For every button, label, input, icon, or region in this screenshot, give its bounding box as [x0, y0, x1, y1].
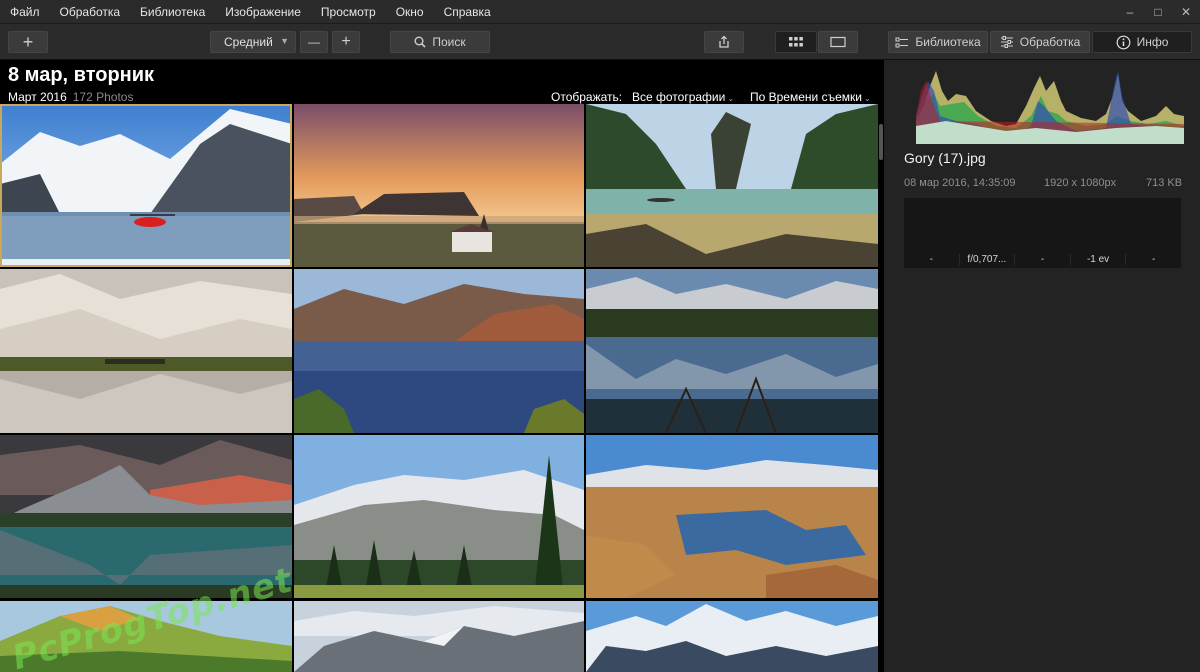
tab-edit[interactable]: Обработка	[990, 31, 1090, 53]
maximize-button[interactable]: □	[1144, 0, 1172, 24]
menu-bar: Файл Обработка Библиотека Изображение Пр…	[0, 0, 1200, 24]
show-label: Отображать:	[551, 90, 623, 104]
sliders-icon	[1000, 36, 1013, 48]
share-icon	[719, 35, 729, 48]
search-icon	[414, 36, 426, 48]
file-date: 08 мар 2016, 14:35:09	[904, 177, 1016, 189]
tab-library-label: Библиотека	[915, 35, 981, 49]
menu-view[interactable]: Просмотр	[311, 0, 386, 24]
search-label: Поиск	[432, 35, 466, 49]
photo-thumbnail[interactable]	[586, 104, 878, 267]
zoom-in-button[interactable]: +	[332, 31, 360, 53]
histogram-chart	[916, 71, 1184, 144]
photo-snowy-ridge	[294, 435, 584, 598]
file-size: 713 KB	[1146, 177, 1183, 189]
library-icon	[895, 37, 909, 48]
exif-aperture: f/0,707...	[960, 253, 1016, 265]
tab-info-label: Инфо	[1136, 35, 1169, 49]
date-title: 8 мар, вторник	[8, 64, 155, 86]
photo-desert-dunes	[0, 269, 292, 433]
tab-info[interactable]: Инфо	[1092, 31, 1192, 53]
toolbar: + Средний ▼ — + Поиск Библиотека Обработ…	[0, 24, 1200, 60]
photo-glacier-helicopter	[0, 104, 292, 267]
window-controls: – □ ✕	[1116, 0, 1200, 24]
chevron-down-icon: ▼	[280, 36, 289, 46]
zoom-out-button[interactable]: —	[300, 31, 328, 53]
photo-gallery: 8 мар, вторник Март 2016 172 Photos Отобр…	[0, 60, 884, 672]
file-name: Gory (17).jpg	[904, 150, 986, 166]
sort-select[interactable]: По Времени съемки ⌄	[750, 90, 871, 104]
photo-autumn-marsh	[586, 435, 878, 598]
filter-select[interactable]: Все фотографии ⌄	[632, 90, 734, 104]
grid-view-button[interactable]	[775, 31, 817, 53]
photo-thumbnail[interactable]	[0, 269, 292, 433]
photo-thumbnail[interactable]	[294, 269, 584, 433]
photo-thumbnail[interactable]	[586, 435, 878, 598]
menu-file[interactable]: Файл	[0, 0, 50, 24]
exif-row: - f/0,707... - -1 ev -	[904, 250, 1181, 268]
zoom-select-value: Средний	[224, 35, 273, 49]
exif-exposure: -1 ev	[1071, 253, 1127, 265]
photo-thumbnail[interactable]	[586, 601, 878, 672]
photo-thumbnail[interactable]	[0, 104, 292, 267]
photo-cloudy-alps	[294, 601, 584, 672]
search-button[interactable]: Поиск	[390, 31, 490, 53]
photo-thumbnail[interactable]	[294, 601, 584, 672]
add-button[interactable]: +	[8, 31, 48, 53]
single-view-icon	[830, 36, 846, 48]
photo-snow-peaks	[586, 601, 878, 672]
menu-help[interactable]: Справка	[434, 0, 501, 24]
scrollbar[interactable]	[879, 124, 883, 160]
single-view-button[interactable]	[818, 31, 858, 53]
tab-edit-label: Обработка	[1019, 35, 1081, 49]
photo-mountain-reflection	[586, 269, 878, 433]
photo-church-sunset	[294, 104, 584, 267]
zoom-select[interactable]: Средний ▼	[210, 31, 296, 53]
menu-window[interactable]: Окно	[386, 0, 434, 24]
chevron-down-icon: ⌄	[727, 94, 735, 103]
photo-thumbnail[interactable]	[586, 269, 878, 433]
share-button[interactable]	[704, 31, 744, 53]
sort-value: По Времени съемки	[750, 90, 862, 104]
minimize-button[interactable]: –	[1116, 0, 1144, 24]
chevron-down-icon: ⌄	[863, 94, 871, 103]
exif-shutter: -	[1015, 253, 1071, 265]
file-resolution: 1920 x 1080px	[1044, 177, 1117, 189]
photo-lake-mountains	[294, 269, 584, 433]
photo-thumbnail[interactable]	[294, 435, 584, 598]
info-icon	[1116, 35, 1130, 49]
close-button[interactable]: ✕	[1172, 0, 1200, 24]
tab-library[interactable]: Библиотека	[888, 31, 988, 53]
menu-edit[interactable]: Обработка	[50, 0, 131, 24]
photo-count: 172 Photos	[72, 90, 134, 104]
menu-image[interactable]: Изображение	[215, 0, 311, 24]
photo-island-rock	[586, 104, 878, 267]
exif-focal: -	[1152, 253, 1156, 265]
month-header: Март 2016 172 Photos	[8, 90, 133, 104]
photo-thumbnail[interactable]	[294, 104, 584, 267]
month-label: Март 2016	[8, 90, 67, 104]
filter-value: Все фотографии	[632, 90, 726, 104]
menu-library[interactable]: Библиотека	[130, 0, 215, 24]
exif-iso: -	[904, 253, 960, 265]
grid-icon	[789, 37, 803, 47]
